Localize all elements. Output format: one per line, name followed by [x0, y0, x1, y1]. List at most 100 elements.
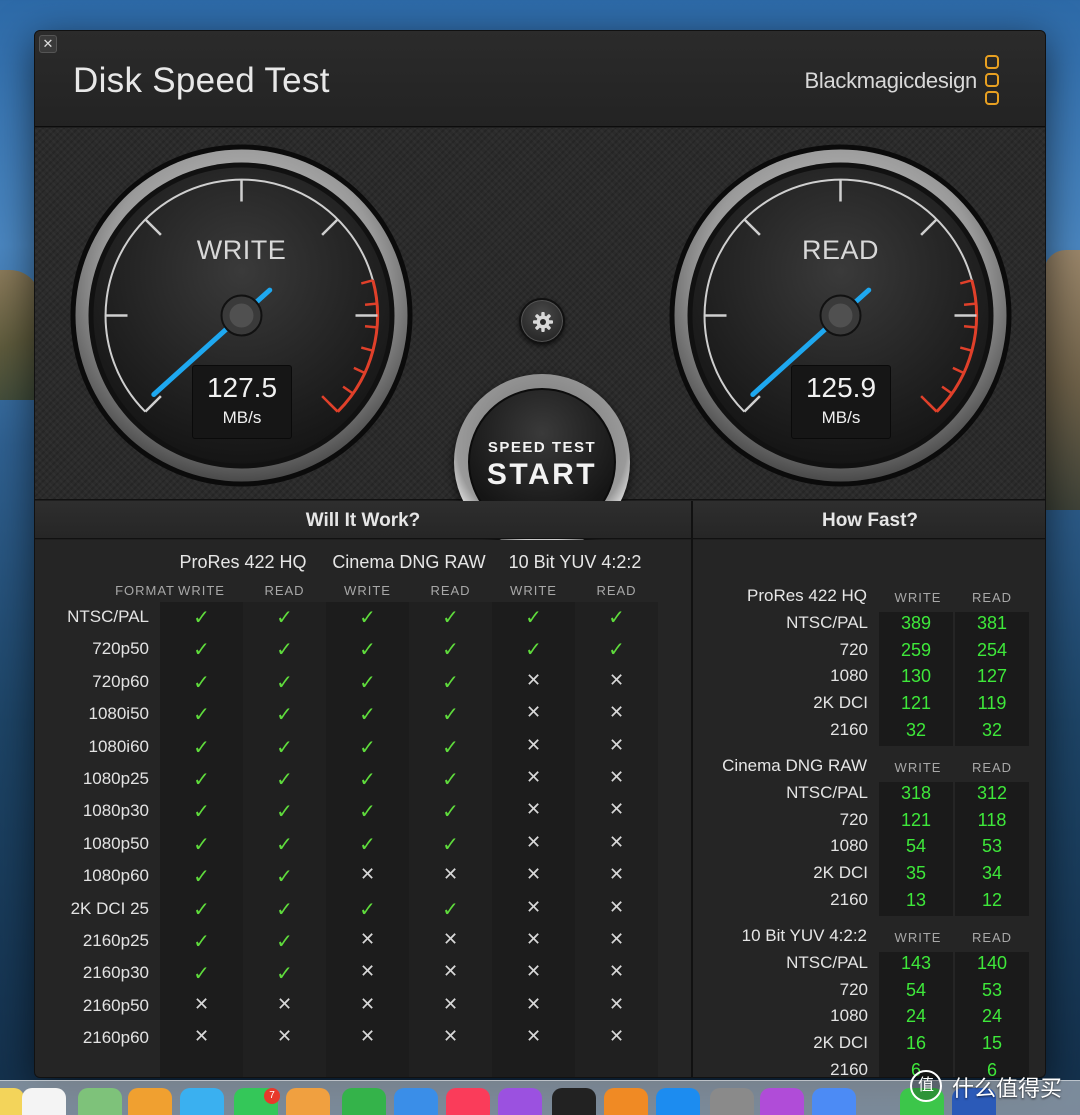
gauge-red-tick: [963, 302, 977, 306]
check-icon: ✓: [525, 639, 542, 662]
format-group-header: Cinema DNG RAW: [332, 552, 486, 572]
cross-icon: ✕: [359, 961, 376, 982]
how-fast-header: How Fast?: [693, 501, 1045, 539]
check-icon: ✓: [193, 963, 210, 986]
read-gauge: READ 125.9 MB/s: [668, 143, 1013, 488]
start-button-label: START: [486, 458, 598, 491]
write-gauge: WRITE 127.5 MB/s: [69, 143, 414, 488]
check-icon: ✓: [442, 769, 459, 791]
check-icon: ✓: [442, 639, 459, 662]
check-icon: ✓: [276, 704, 293, 727]
write-speed-fps: 13: [905, 889, 927, 910]
cross-icon: ✕: [525, 669, 542, 690]
how-fast-row-label: NTSC/PAL: [786, 953, 868, 972]
messages-icon[interactable]: [180, 1088, 224, 1115]
check-icon: ✓: [276, 736, 293, 759]
how-fast-group-title: Cinema DNG RAW: [722, 756, 867, 775]
how-fast-row-label: 2160: [830, 1059, 868, 1078]
check-icon: ✓: [608, 639, 625, 662]
cross-icon: ✕: [608, 896, 625, 917]
cross-icon: ✕: [525, 799, 542, 820]
will-it-work-table: FORMAT ProRes 422 HQ WRITE READ Cinema DNG …: [35, 540, 691, 1077]
photos-icon[interactable]: [128, 1088, 172, 1115]
blackmagic-logo-icon: [985, 55, 1001, 109]
notes-icon[interactable]: [0, 1088, 24, 1115]
app-store-icon[interactable]: [656, 1088, 700, 1115]
books-icon[interactable]: [604, 1088, 648, 1115]
check-icon: ✓: [276, 769, 293, 791]
how-fast-row-label: 720: [839, 809, 868, 829]
cross-icon: ✕: [359, 993, 376, 1014]
how-fast-write-header: WRITE: [894, 930, 942, 945]
settings-button[interactable]: [519, 298, 565, 344]
cross-icon: ✕: [525, 961, 542, 982]
brand-name: Blackmagicdesign: [804, 68, 977, 93]
write-speed-fps: 259: [900, 639, 932, 660]
check-icon: ✓: [525, 607, 542, 629]
cross-icon: ✕: [608, 669, 625, 690]
cross-icon: ✕: [608, 993, 625, 1014]
cross-icon: ✕: [525, 864, 542, 885]
tv-icon[interactable]: [552, 1088, 596, 1115]
app-title: Disk Speed Test: [73, 61, 330, 100]
write-speed-fps: 143: [900, 953, 932, 973]
keynote-icon[interactable]: [394, 1088, 438, 1115]
read-column-header: READ: [430, 583, 471, 598]
check-icon: ✓: [359, 769, 376, 791]
pages-icon[interactable]: [286, 1088, 330, 1115]
check-icon: ✓: [608, 607, 625, 629]
read-column-header: READ: [596, 583, 637, 598]
format-row-label: 1080p30: [82, 801, 149, 821]
format-group-header: ProRes 422 HQ: [179, 552, 307, 572]
maps-icon[interactable]: [78, 1088, 122, 1115]
format-group-header: 10 Bit YUV 4:2:2: [508, 552, 642, 572]
cross-icon: ✕: [193, 1026, 210, 1047]
check-icon: ✓: [276, 963, 293, 986]
write-speed-fps: 121: [900, 693, 932, 714]
how-fast-write-header: WRITE: [894, 760, 942, 775]
close-button[interactable]: ✕: [39, 35, 57, 53]
check-icon: ✓: [276, 833, 293, 856]
cross-icon: ✕: [608, 799, 625, 820]
read-speed-fps: 34: [981, 863, 1003, 884]
cross-icon: ✕: [193, 993, 210, 1014]
check-icon: ✓: [193, 898, 210, 921]
how-fast-read-header: READ: [971, 590, 1013, 605]
write-column-header: WRITE: [178, 583, 225, 598]
cross-icon: ✕: [525, 1026, 542, 1047]
how-fast-row-label: NTSC/PAL: [786, 783, 868, 802]
system-preferences-icon[interactable]: [710, 1088, 754, 1115]
gear-icon: [533, 312, 553, 332]
check-icon: ✓: [193, 607, 210, 629]
check-icon: ✓: [193, 639, 210, 662]
read-speed-fps: 12: [981, 889, 1003, 910]
check-icon: ✓: [359, 639, 376, 662]
chrome-icon[interactable]: [812, 1088, 856, 1115]
cross-icon: ✕: [525, 993, 542, 1014]
format-row-label: 2160p50: [82, 995, 149, 1015]
cross-icon: ✕: [442, 961, 459, 982]
how-fast-group-title: 10 Bit YUV 4:2:2: [741, 926, 867, 945]
how-fast-row-label: 1080: [830, 666, 868, 686]
check-icon: ✓: [442, 801, 459, 824]
check-icon: ✓: [193, 704, 210, 727]
write-speed-value: 127.5: [206, 372, 278, 403]
write-speed-fps: 24: [905, 1006, 927, 1027]
how-fast-row-label: 720: [839, 639, 868, 659]
music-icon[interactable]: [446, 1088, 490, 1115]
desktop-cliff-right: [1044, 250, 1080, 510]
podcasts-icon[interactable]: [498, 1088, 542, 1115]
cross-icon: ✕: [442, 1026, 459, 1047]
check-icon: ✓: [193, 801, 210, 824]
how-fast-read-header: READ: [971, 760, 1013, 775]
numbers-icon[interactable]: [342, 1088, 386, 1115]
cross-icon: ✕: [525, 767, 542, 787]
cross-icon: ✕: [525, 896, 542, 917]
check-icon: ✓: [359, 736, 376, 759]
cross-icon: ✕: [608, 929, 625, 949]
cross-icon: ✕: [359, 864, 376, 885]
read-speed-fps: 381: [976, 613, 1008, 633]
reminders-icon[interactable]: [22, 1088, 66, 1115]
write-speed-fps: 121: [900, 809, 932, 830]
feedback-icon[interactable]: [760, 1088, 804, 1115]
